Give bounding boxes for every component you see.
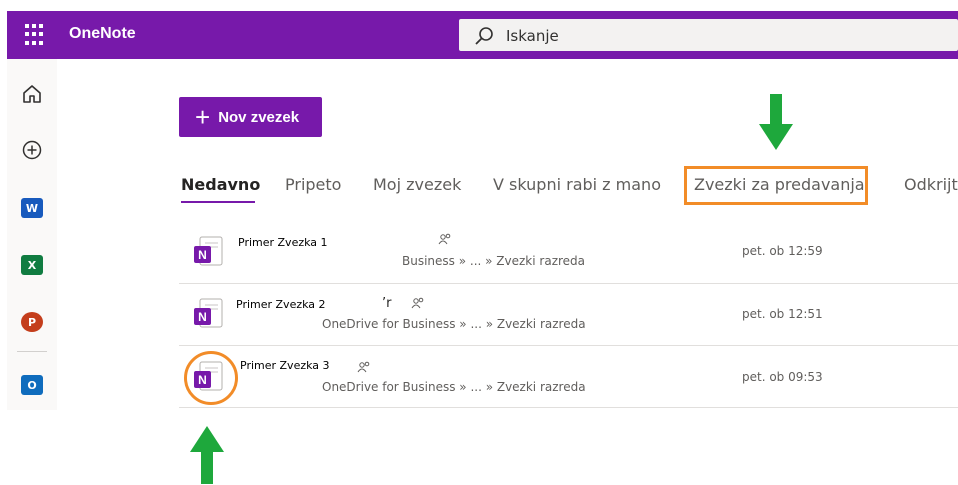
notebook-row[interactable]: N Primer Zvezka 3 OneDrive for Business … bbox=[179, 346, 958, 406]
annotation-highlight-box bbox=[684, 166, 868, 205]
shared-people-icon bbox=[438, 233, 451, 245]
notebook-path: Business » ... » Zvezki razreda bbox=[402, 254, 586, 268]
search-placeholder: Iskanje bbox=[506, 27, 559, 45]
svg-text:N: N bbox=[198, 248, 207, 262]
word-icon[interactable]: W bbox=[19, 195, 45, 221]
notebook-modified-time: pet. ob 12:59 bbox=[742, 244, 823, 258]
tab-pinned[interactable]: Pripeto bbox=[285, 175, 341, 194]
notebook-modified-time: pet. ob 12:51 bbox=[742, 307, 823, 321]
outlook-letter: O bbox=[21, 375, 43, 395]
powerpoint-icon[interactable]: P bbox=[19, 309, 45, 335]
waffle-icon[interactable] bbox=[25, 24, 47, 46]
annotation-arrow-up bbox=[190, 426, 224, 484]
app-title[interactable]: OneNote bbox=[69, 25, 136, 43]
plus-icon: + bbox=[195, 102, 211, 132]
outlook-icon[interactable]: O bbox=[19, 372, 45, 398]
new-notebook-label: Nov zvezek bbox=[218, 108, 300, 126]
notebook-row[interactable]: N Primer Zvezka 2 ’r OneDrive for Busine… bbox=[179, 284, 958, 344]
shared-people-icon bbox=[357, 361, 370, 373]
tab-shared-with-me[interactable]: V skupni rabi z mano bbox=[493, 175, 661, 194]
new-notebook-button[interactable]: + Nov zvezek bbox=[179, 97, 322, 137]
active-tab-indicator bbox=[181, 201, 255, 203]
onenote-notebook-icon: N bbox=[194, 298, 223, 328]
notebook-row[interactable]: N Primer Zvezka 1 Business » ... » Zvezk… bbox=[179, 224, 958, 284]
powerpoint-letter: P bbox=[21, 312, 43, 332]
word-letter: W bbox=[21, 198, 43, 218]
notebook-path: OneDrive for Business » ... » Zvezki raz… bbox=[322, 317, 586, 331]
search-input[interactable]: Iskanje bbox=[459, 19, 958, 51]
notebook-name[interactable]: Primer Zvezka 3 bbox=[240, 359, 330, 372]
tab-recent[interactable]: Nedavno bbox=[181, 175, 260, 194]
top-bar: OneNote Iskanje bbox=[7, 11, 958, 59]
left-rail: W X P O bbox=[7, 59, 57, 410]
search-icon bbox=[475, 27, 493, 45]
annotation-circle bbox=[184, 351, 238, 405]
notebook-path: OneDrive for Business » ... » Zvezki raz… bbox=[322, 380, 586, 394]
onenote-notebook-icon: N bbox=[194, 236, 223, 266]
excel-icon[interactable]: X bbox=[19, 252, 45, 278]
tab-my-notebook[interactable]: Moj zvezek bbox=[373, 175, 461, 194]
notebook-name[interactable]: Primer Zvezka 1 bbox=[238, 236, 328, 249]
rail-divider bbox=[17, 351, 47, 352]
add-icon[interactable] bbox=[19, 137, 45, 163]
shared-people-icon bbox=[411, 297, 424, 309]
notebook-extra-text: ’r bbox=[382, 296, 392, 311]
home-icon[interactable] bbox=[19, 81, 45, 107]
svg-text:N: N bbox=[198, 310, 207, 324]
annotation-arrow-down bbox=[759, 94, 793, 150]
notebook-name[interactable]: Primer Zvezka 2 bbox=[236, 298, 326, 311]
row-divider bbox=[179, 407, 958, 408]
notebook-modified-time: pet. ob 09:53 bbox=[742, 370, 823, 384]
tab-discover[interactable]: Odkrijte bbox=[904, 175, 958, 194]
excel-letter: X bbox=[21, 255, 43, 275]
